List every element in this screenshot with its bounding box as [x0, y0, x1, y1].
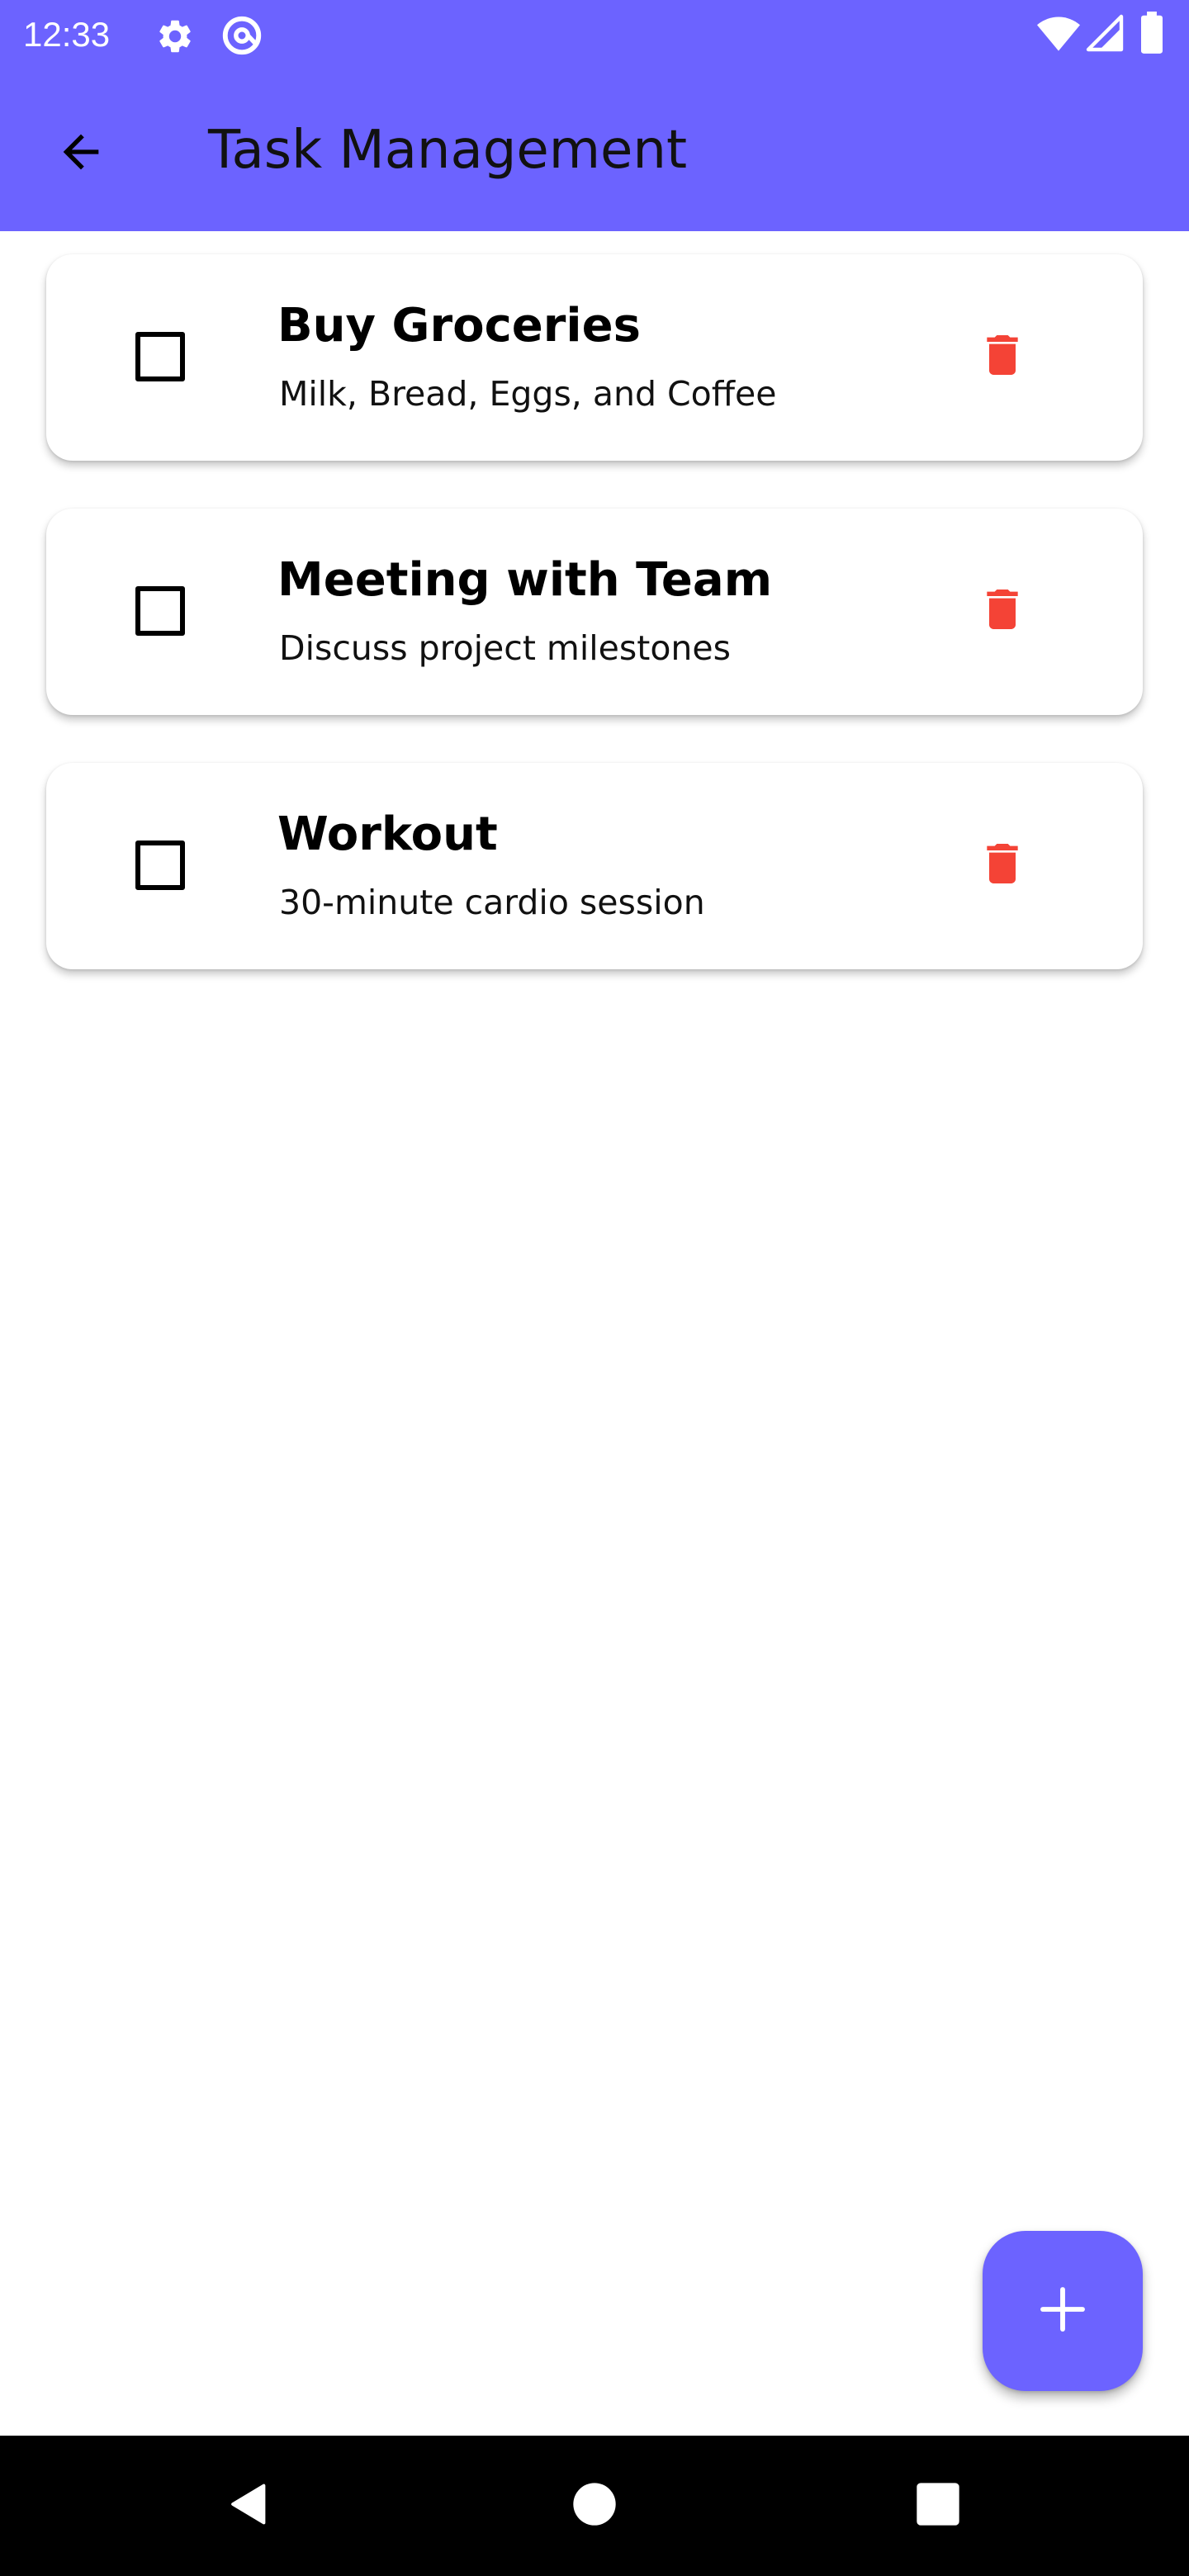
- trash-icon: [976, 329, 1029, 385]
- at-sign-icon: [220, 13, 264, 61]
- delete-task-button[interactable]: [963, 317, 1042, 396]
- status-time: 12:33: [23, 15, 111, 54]
- add-task-button[interactable]: [983, 2231, 1143, 2391]
- task-description: 30-minute cardio session: [279, 883, 705, 922]
- page-title: Task Management: [208, 120, 688, 181]
- gear-icon: [155, 17, 195, 59]
- task-checkbox[interactable]: [135, 841, 185, 890]
- task-description: Discuss project milestones: [279, 628, 731, 668]
- arrow-left-icon: [54, 125, 107, 182]
- task-card[interactable]: Meeting with Team Discuss project milest…: [46, 509, 1143, 715]
- task-card[interactable]: Workout 30-minute cardio session: [46, 763, 1143, 969]
- task-title: Workout: [277, 807, 498, 861]
- task-checkbox[interactable]: [135, 586, 185, 636]
- system-nav-bar: [0, 2436, 1189, 2576]
- plus-icon: [1036, 2283, 1089, 2339]
- back-triangle-icon: [225, 2479, 274, 2532]
- cell-signal-icon: [1085, 13, 1125, 56]
- nav-home-button[interactable]: [553, 2465, 636, 2547]
- status-bar: 12:33: [0, 0, 1189, 69]
- nav-recents-button[interactable]: [897, 2465, 979, 2547]
- delete-task-button[interactable]: [963, 571, 1042, 651]
- nav-back-button[interactable]: [208, 2465, 291, 2547]
- trash-icon: [976, 837, 1029, 893]
- battery-icon: [1139, 12, 1164, 58]
- task-description: Milk, Bread, Eggs, and Coffee: [279, 374, 777, 414]
- task-card[interactable]: Buy Groceries Milk, Bread, Eggs, and Cof…: [46, 254, 1143, 461]
- task-title: Meeting with Team: [277, 553, 773, 607]
- home-circle-icon: [571, 2481, 618, 2531]
- back-button[interactable]: [41, 114, 121, 193]
- recents-square-icon: [915, 2481, 961, 2531]
- task-title: Buy Groceries: [277, 299, 641, 353]
- trash-icon: [976, 583, 1029, 639]
- delete-task-button[interactable]: [963, 826, 1042, 905]
- task-checkbox[interactable]: [135, 332, 185, 381]
- wifi-icon: [1037, 13, 1080, 56]
- app-bar: Task Management: [0, 69, 1189, 231]
